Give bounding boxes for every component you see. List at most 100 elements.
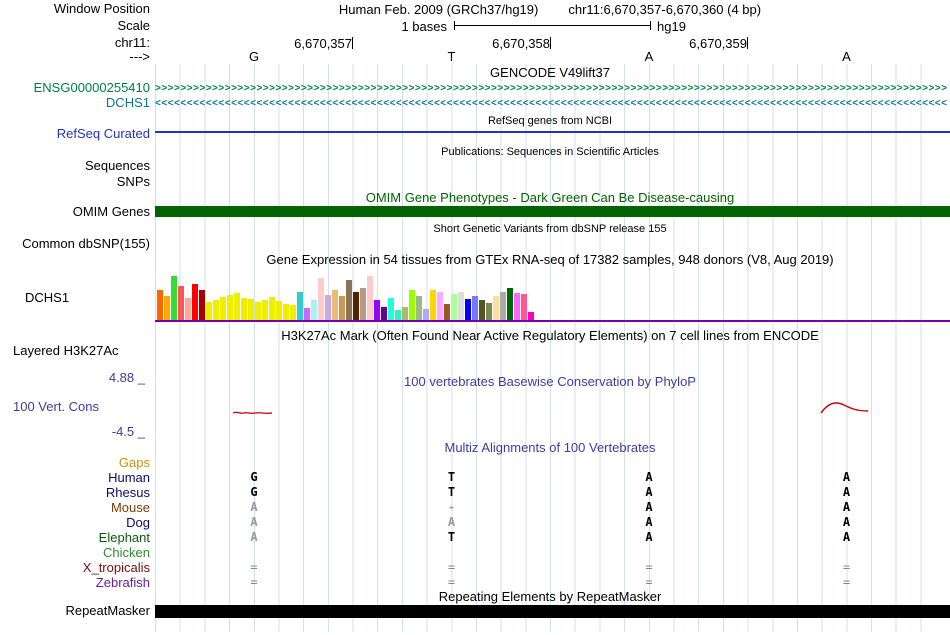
gtex-expression-bar[interactable] (283, 304, 289, 320)
multiz-base[interactable]: = (246, 560, 262, 575)
gtex-gene-label[interactable]: DCHS1 (25, 290, 69, 305)
snps-label[interactable]: SNPs (0, 175, 150, 189)
gtex-expression-bar[interactable] (185, 298, 191, 320)
gtex-expression-bar[interactable] (234, 293, 240, 320)
multiz-base[interactable]: A (444, 515, 460, 530)
multiz-base[interactable]: T (444, 530, 460, 545)
multiz-base[interactable]: A (839, 530, 855, 545)
multiz-base[interactable]: A (641, 485, 657, 500)
gtex-expression-bar[interactable] (402, 307, 408, 320)
multiz-species-mouse[interactable]: Mouse (0, 500, 150, 515)
gtex-expression-bar[interactable] (213, 300, 219, 320)
repeatmasker-label[interactable]: RepeatMasker (0, 604, 150, 618)
multiz-base[interactable]: A (641, 515, 657, 530)
gtex-expression-bar[interactable] (220, 297, 226, 320)
multiz-base[interactable]: = (246, 575, 262, 590)
multiz-species-rhesus[interactable]: Rhesus (0, 485, 150, 500)
multiz-species-dog[interactable]: Dog (0, 515, 150, 530)
phylop-signal-right[interactable] (820, 400, 870, 414)
gtex-expression-bar[interactable] (318, 278, 324, 320)
gtex-expression-bar[interactable] (332, 290, 338, 320)
multiz-base[interactable]: = (641, 575, 657, 590)
h3k27ac-label[interactable]: Layered H3K27Ac (13, 343, 119, 358)
multiz-species-x_tropicalis[interactable]: X_tropicalis (0, 560, 150, 575)
gtex-expression-bar[interactable] (360, 288, 366, 320)
gtex-expression-bar[interactable] (262, 300, 268, 320)
multiz-base[interactable]: A (246, 515, 262, 530)
gtex-expression-bar[interactable] (311, 300, 317, 320)
gtex-expression-bar[interactable] (276, 301, 282, 320)
gtex-expression-bar[interactable] (297, 292, 303, 320)
gtex-expression-bar[interactable] (367, 276, 373, 320)
sequences-label[interactable]: Sequences (0, 159, 150, 173)
gtex-expression-bar[interactable] (423, 309, 429, 320)
gtex-expression-bar[interactable] (381, 307, 387, 320)
gtex-expression-bar[interactable] (409, 290, 415, 320)
multiz-base[interactable]: = (839, 560, 855, 575)
gtex-expression-bar[interactable] (444, 304, 450, 320)
multiz-species-elephant[interactable]: Elephant (0, 530, 150, 545)
gtex-expression-bar[interactable] (339, 296, 345, 320)
omim-gene-bar[interactable] (155, 206, 950, 217)
multiz-species-human[interactable]: Human (0, 470, 150, 485)
gtex-expression-bar[interactable] (248, 299, 254, 320)
gtex-expression-bar[interactable] (353, 292, 359, 320)
gene-strand-arrows-forward[interactable]: >>>>>>>>>>>>>>>>>>>>>>>>>>>>>>>>>>>>>>>>… (155, 82, 948, 95)
gtex-expression-bar[interactable] (486, 303, 492, 320)
gtex-expression-bar[interactable] (199, 290, 205, 320)
gene-strand-arrows-reverse[interactable]: <<<<<<<<<<<<<<<<<<<<<<<<<<<<<<<<<<<<<<<<… (155, 97, 948, 110)
dbsnp-label[interactable]: Common dbSNP(155) (0, 237, 150, 251)
gtex-expression-bar[interactable] (416, 296, 422, 320)
gtex-expression-bar[interactable] (430, 290, 436, 320)
gtex-expression-bar[interactable] (227, 295, 233, 320)
omim-genes-label[interactable]: OMIM Genes (0, 205, 150, 219)
phylop-track-label[interactable]: 100 Vert. Cons (13, 399, 99, 414)
multiz-base[interactable]: A (839, 485, 855, 500)
gtex-expression-bar[interactable] (374, 300, 380, 320)
gene-label-ensg[interactable]: ENSG00000255410 (0, 81, 150, 95)
gtex-expression-bar[interactable] (514, 293, 520, 320)
repeatmasker-bar[interactable] (155, 605, 950, 618)
multiz-base[interactable]: G (246, 470, 262, 485)
gtex-expression-bar[interactable] (493, 296, 499, 320)
gtex-expression-bar[interactable] (178, 286, 184, 320)
refseq-curated-label[interactable]: RefSeq Curated (0, 127, 150, 141)
multiz-base[interactable]: = (839, 575, 855, 590)
gtex-expression-bar[interactable] (500, 292, 506, 320)
multiz-base[interactable]: A (246, 530, 262, 545)
gtex-expression-bar[interactable] (241, 298, 247, 320)
multiz-base[interactable]: A (641, 470, 657, 485)
gtex-expression-bar[interactable] (290, 305, 296, 320)
gtex-expression-bar[interactable] (171, 276, 177, 320)
gtex-expression-bar[interactable] (346, 280, 352, 320)
multiz-base[interactable]: A (839, 500, 855, 515)
refseq-gene-line[interactable] (155, 131, 950, 133)
gtex-expression-bar[interactable] (479, 300, 485, 320)
gtex-expression-bar[interactable] (451, 294, 457, 320)
gtex-expression-bar[interactable] (507, 288, 513, 320)
gtex-expression-bar[interactable] (437, 292, 443, 320)
multiz-base[interactable]: A (641, 530, 657, 545)
gtex-expression-bar[interactable] (465, 299, 471, 320)
multiz-species-gaps[interactable]: Gaps (0, 455, 150, 470)
multiz-species-chicken[interactable]: Chicken (0, 545, 150, 560)
phylop-signal-left[interactable] (232, 408, 274, 417)
multiz-base[interactable]: A (839, 515, 855, 530)
gtex-expression-bar[interactable] (304, 308, 310, 320)
multiz-base[interactable]: G (246, 485, 262, 500)
gtex-expression-bar[interactable] (192, 284, 198, 320)
multiz-base[interactable]: A (839, 470, 855, 485)
gtex-expression-bar[interactable] (528, 312, 534, 320)
multiz-species-zebrafish[interactable]: Zebrafish (0, 575, 150, 590)
gtex-expression-bar[interactable] (164, 296, 170, 320)
multiz-base[interactable]: - (444, 500, 460, 515)
gtex-expression-bar[interactable] (206, 302, 212, 320)
gtex-expression-bar[interactable] (388, 298, 394, 320)
multiz-base[interactable]: T (444, 470, 460, 485)
gtex-expression-bar[interactable] (521, 294, 527, 320)
gene-label-dchs1[interactable]: DCHS1 (0, 96, 150, 110)
gtex-bar-chart[interactable] (157, 274, 537, 320)
multiz-base[interactable]: = (641, 560, 657, 575)
gtex-expression-bar[interactable] (458, 292, 464, 320)
gtex-expression-bar[interactable] (269, 297, 275, 320)
